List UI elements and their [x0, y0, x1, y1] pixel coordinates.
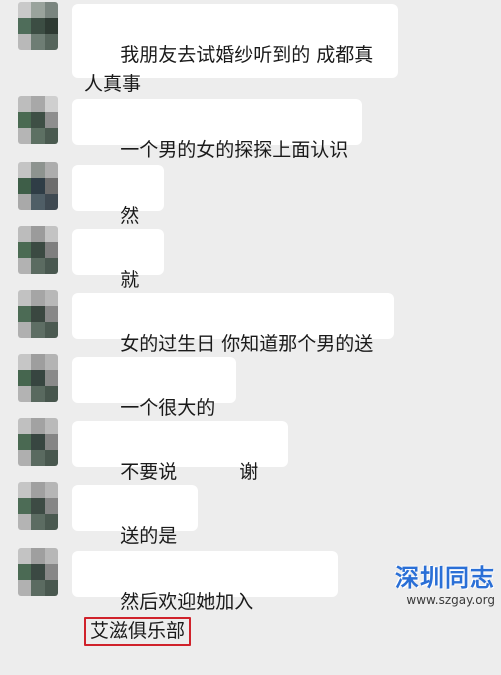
message-bubble[interactable]: 然后约炮	[72, 165, 164, 256]
message-bubble[interactable]: 不要说谢谢	[72, 421, 288, 512]
message-bubble[interactable]: 就耍起了	[72, 229, 164, 320]
avatar[interactable]	[18, 418, 58, 466]
highlight-box: 艾滋俱乐部	[84, 617, 192, 646]
watermark-url: www.szgay.org	[406, 593, 495, 607]
message-bubble[interactable]: 一个很大的盒子	[72, 357, 236, 448]
message-bubble[interactable]: 一个男的女的探探上面认识了	[72, 99, 362, 190]
avatar[interactable]	[18, 2, 58, 50]
avatar[interactable]	[18, 354, 58, 402]
avatar[interactable]	[18, 548, 58, 596]
avatar[interactable]	[18, 290, 58, 338]
watermark: 深圳同志 www.szgay.org	[395, 558, 495, 607]
avatar[interactable]	[18, 226, 58, 274]
message-bubble[interactable]: 女的过生日 你知道那个男的送啥不	[72, 293, 394, 384]
message-text: 我朋友去试婚纱听到的 成都真人真事	[84, 44, 374, 95]
message-text: 然后欢迎她加入	[120, 591, 254, 613]
avatar[interactable]	[18, 482, 58, 530]
message-bubble[interactable]: 我朋友去试婚纱听到的 成都真人真事	[72, 4, 398, 95]
message-text: 送的是	[120, 525, 178, 547]
message-bubble[interactable]: 然后欢迎她加入艾滋俱乐部	[72, 551, 338, 646]
message-bubble[interactable]: 送的是寿衣	[72, 485, 198, 580]
avatar[interactable]	[18, 96, 58, 144]
avatar[interactable]	[18, 162, 58, 210]
message-text: 不要说	[120, 461, 178, 483]
watermark-title: 深圳同志	[395, 564, 495, 592]
chat-thread: 我朋友去试婚纱听到的 成都真人真事 一个男的女的探探上面认识了 然后约炮	[0, 0, 501, 646]
